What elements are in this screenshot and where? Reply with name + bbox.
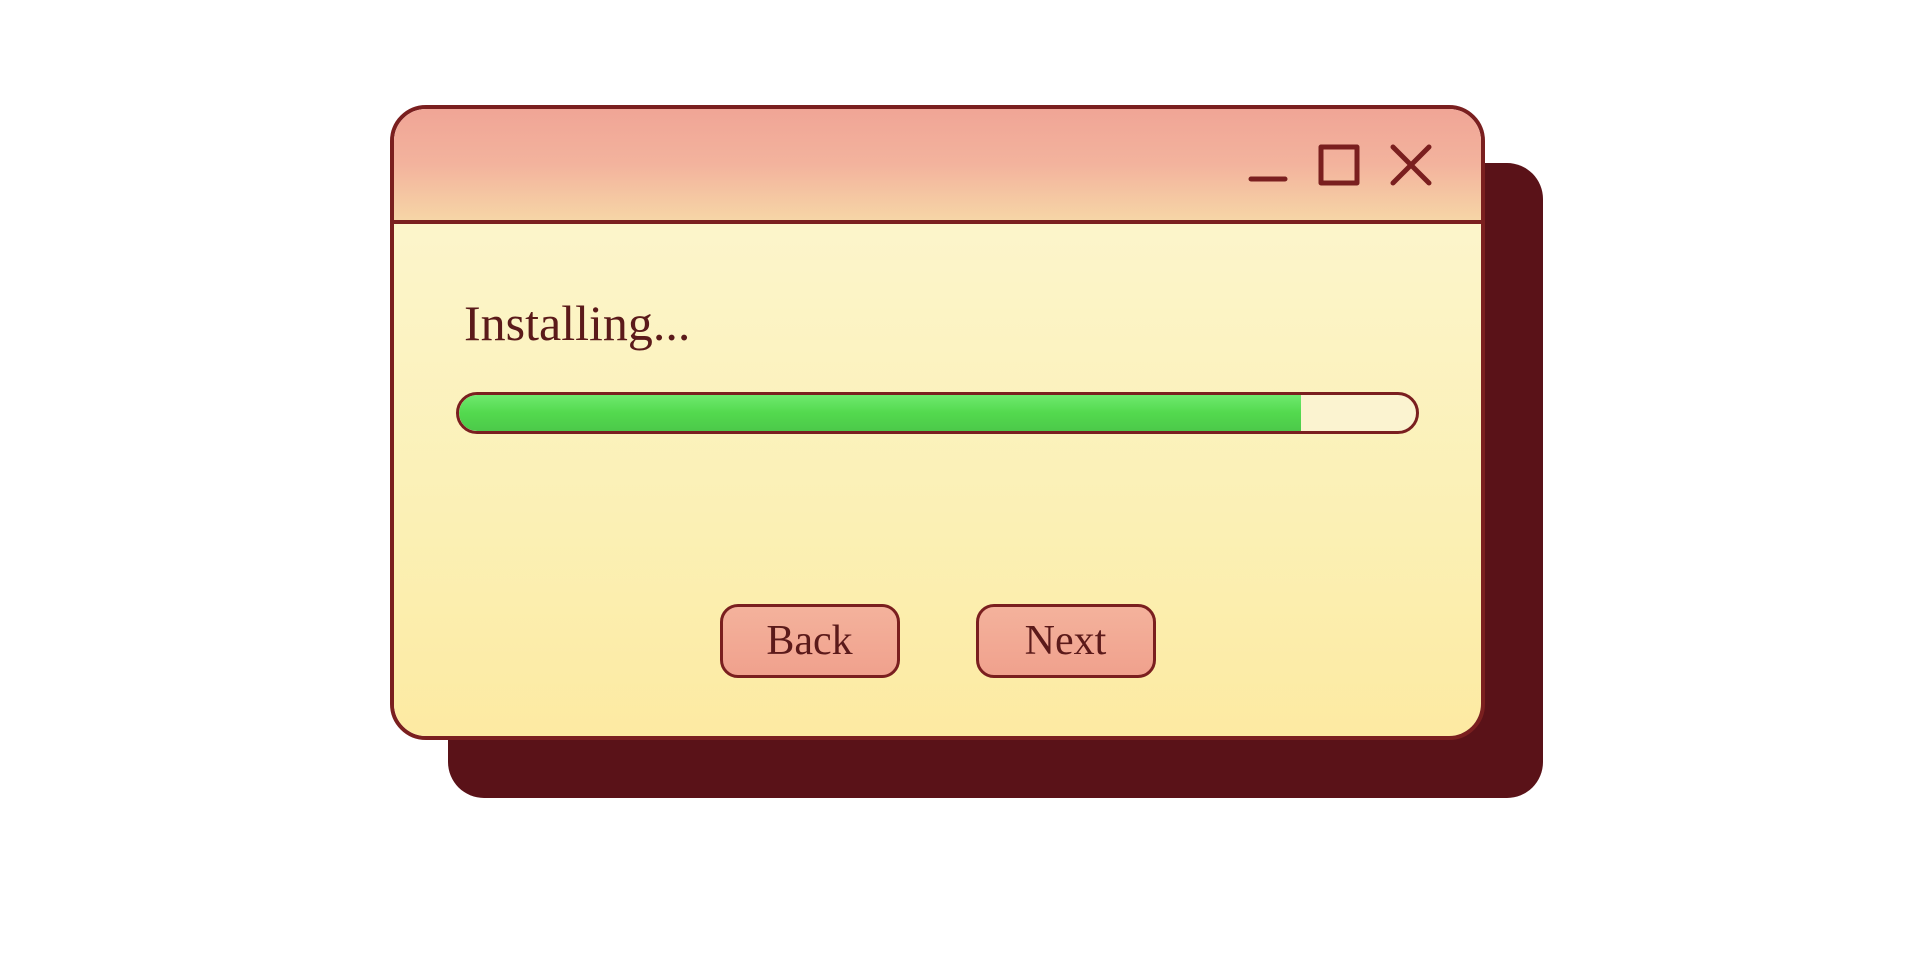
progress-fill <box>459 395 1301 431</box>
close-icon[interactable] <box>1385 139 1437 191</box>
minimize-icon[interactable] <box>1245 141 1293 189</box>
installer-dialog: Installing... Back Next <box>390 105 1505 755</box>
dialog-body: Installing... Back Next <box>394 224 1481 736</box>
button-row: Back Next <box>456 604 1419 696</box>
back-button[interactable]: Back <box>720 604 900 678</box>
maximize-icon[interactable] <box>1315 141 1363 189</box>
window-controls <box>1245 139 1437 191</box>
next-button[interactable]: Next <box>976 604 1156 678</box>
status-text: Installing... <box>464 294 1419 352</box>
titlebar <box>394 109 1481 224</box>
dialog-window: Installing... Back Next <box>390 105 1485 740</box>
progress-bar <box>456 392 1419 434</box>
